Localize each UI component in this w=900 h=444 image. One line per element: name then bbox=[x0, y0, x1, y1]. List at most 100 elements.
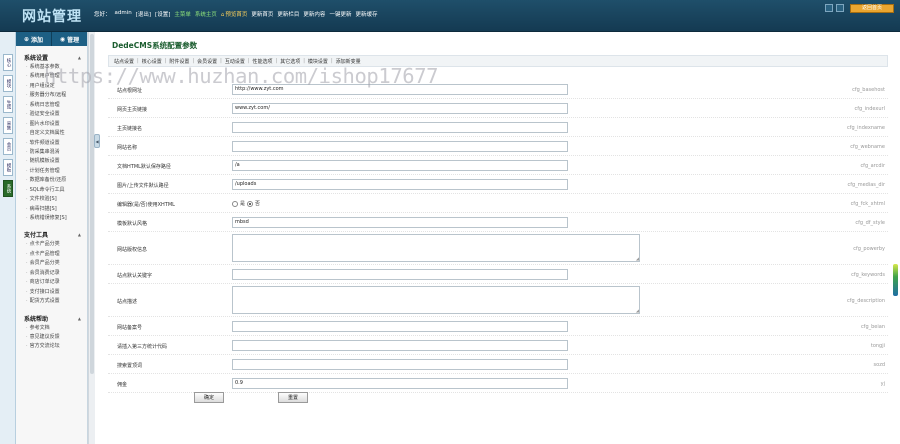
sidebar-item[interactable]: 数据库备份/还原 bbox=[16, 176, 87, 185]
variable-name: cfg_arcdir bbox=[860, 163, 885, 169]
config-tab[interactable]: 核心设置 bbox=[142, 58, 162, 65]
config-tab[interactable]: 会员设置 bbox=[197, 58, 217, 65]
strip-tab[interactable]: 核心 bbox=[3, 54, 13, 71]
sidebar-item[interactable]: 系统日志管理 bbox=[16, 101, 87, 110]
strip-tab[interactable]: 模板 bbox=[3, 159, 13, 176]
sidebar-group-title[interactable]: 系统设置 ▲ bbox=[16, 52, 87, 63]
text-input[interactable] bbox=[232, 122, 568, 133]
scroll-thumb[interactable] bbox=[90, 34, 94, 374]
sidebar-menu: 系统设置 ▲ 系统基本参数系统用户管理用户组设定服务器分布/远程系统日志管理验证安全… bbox=[16, 52, 87, 352]
form-row: 模板默认风格 mbsd cfg_df_style bbox=[108, 213, 888, 232]
sidebar-item[interactable]: 图片水印设置 bbox=[16, 120, 87, 129]
config-tab[interactable]: 互动设置 bbox=[225, 58, 245, 65]
sidebar-item[interactable]: 自定义文档属性 bbox=[16, 129, 87, 138]
sidebar-item[interactable]: SQL命令行工具 bbox=[16, 186, 87, 195]
text-input[interactable]: 0.9 bbox=[232, 378, 568, 389]
sidebar-group-title[interactable]: 系统帮助 ▲ bbox=[16, 313, 87, 324]
variable-name: cfg_description bbox=[847, 298, 885, 304]
sidebar-item[interactable]: 配货方式设置 bbox=[16, 297, 87, 306]
strip-tab[interactable]: 采集 bbox=[3, 117, 13, 134]
sidebar-item[interactable]: 会员消费记录 bbox=[16, 269, 87, 278]
variable-name: tongji bbox=[870, 343, 885, 349]
top-link[interactable]: 预览首页 bbox=[221, 10, 247, 18]
field-label: 站点描述 bbox=[117, 299, 138, 305]
window-icon[interactable] bbox=[836, 4, 844, 12]
radio-group: 是否 bbox=[232, 200, 260, 207]
strip-tab[interactable]: 生成 bbox=[3, 96, 13, 113]
top-link[interactable]: 您好： bbox=[94, 10, 111, 18]
chevron-up-icon[interactable]: ▲ bbox=[78, 55, 81, 60]
config-tab[interactable]: 模块设置 bbox=[308, 58, 328, 65]
sidebar-item[interactable]: 系统基本参数 bbox=[16, 63, 87, 72]
radio-button[interactable] bbox=[247, 200, 254, 207]
radio-button[interactable] bbox=[232, 200, 238, 207]
sidebar-item[interactable]: 服务器分布/远程 bbox=[16, 91, 87, 100]
config-tab[interactable]: 其它选项 bbox=[280, 58, 300, 65]
text-input[interactable]: http://www.zyt.com bbox=[232, 84, 568, 95]
top-link[interactable]: 更新缓存 bbox=[355, 10, 377, 18]
top-link[interactable]: 主菜单 bbox=[174, 10, 191, 18]
sidebar-item[interactable]: 会员产品分类 bbox=[16, 259, 87, 268]
plus-icon: ⊕ bbox=[23, 35, 29, 43]
sidebar-item[interactable]: 文件校验[S] bbox=[16, 195, 87, 204]
sidebar-item[interactable]: 商店订单记录 bbox=[16, 278, 87, 287]
top-link[interactable]: 一键更新 bbox=[329, 10, 351, 18]
top-link[interactable]: [设置] bbox=[155, 10, 170, 18]
radio-label: 是 bbox=[240, 201, 246, 207]
sidebar-group-title[interactable]: 支付工具 ▲ bbox=[16, 229, 87, 240]
top-link[interactable]: admin bbox=[115, 10, 132, 18]
text-input[interactable] bbox=[232, 321, 568, 332]
config-tab[interactable]: 站点设置 bbox=[114, 58, 134, 65]
text-input[interactable] bbox=[232, 340, 568, 351]
sidebar-item[interactable]: 点卡产品分类 bbox=[16, 240, 87, 249]
chevron-up-icon[interactable]: ▲ bbox=[78, 316, 81, 321]
top-link[interactable]: [退出] bbox=[136, 10, 151, 18]
manage-tab[interactable]: ◉ 管理 bbox=[52, 32, 87, 46]
text-input[interactable] bbox=[232, 269, 568, 280]
sidebar-scrollbar[interactable] bbox=[88, 32, 95, 444]
top-link[interactable]: 系统主页 bbox=[195, 10, 217, 18]
sidebar-item[interactable]: 支付接口设置 bbox=[16, 288, 87, 297]
config-tab[interactable]: 性能选项 bbox=[253, 58, 273, 65]
top-link[interactable]: 更新内容 bbox=[303, 10, 325, 18]
sidebar-item[interactable]: 验证安全设置 bbox=[16, 110, 87, 119]
sidebar-item[interactable]: 病毒扫描[S] bbox=[16, 205, 87, 214]
top-link[interactable]: 更新首页 bbox=[251, 10, 273, 18]
sidebar-item[interactable]: 官方交流论坛 bbox=[16, 342, 87, 351]
text-input[interactable] bbox=[232, 141, 568, 152]
submit-button[interactable]: 确定 bbox=[194, 392, 224, 403]
sidebar-item[interactable]: 随机模板设置 bbox=[16, 157, 87, 166]
add-tab[interactable]: ⊕ 添加 bbox=[16, 32, 52, 46]
strip-tab[interactable]: 模块 bbox=[3, 75, 13, 92]
sidebar-item[interactable]: 系统用户管理 bbox=[16, 72, 87, 81]
text-input[interactable] bbox=[232, 359, 568, 370]
text-input[interactable]: /a bbox=[232, 160, 568, 171]
text-input[interactable]: www.zyt.com/ bbox=[232, 103, 568, 114]
textarea-input[interactable] bbox=[232, 286, 640, 314]
config-tab[interactable]: 添加新变量 bbox=[336, 58, 361, 65]
sidebar-item[interactable]: 计划任务管理 bbox=[16, 167, 87, 176]
sidebar-item[interactable]: 意见建议反馈 bbox=[16, 333, 87, 342]
reset-button[interactable]: 重置 bbox=[278, 392, 308, 403]
form-row: 网页主页链接 www.zyt.com/cfg_indexurl bbox=[108, 99, 888, 118]
top-link[interactable]: 更新栏目 bbox=[277, 10, 299, 18]
sidebar-item[interactable]: 点卡产品管理 bbox=[16, 250, 87, 259]
textarea-input[interactable] bbox=[232, 234, 640, 262]
strip-tab[interactable]: 会员 bbox=[3, 138, 13, 155]
collapse-sidebar-toggle[interactable]: ◀ bbox=[94, 134, 100, 148]
sidebar-item[interactable]: 软件频道设置 bbox=[16, 139, 87, 148]
sidebar-item[interactable]: 防采集串混淆 bbox=[16, 148, 87, 157]
field-label: 搜索置顶词 bbox=[117, 363, 143, 369]
field-label: 主页链接名 bbox=[117, 126, 143, 132]
config-tab[interactable]: 附件设置 bbox=[169, 58, 189, 65]
chevron-up-icon[interactable]: ▲ bbox=[78, 232, 81, 237]
sidebar-item[interactable]: 系统错误修复[S] bbox=[16, 214, 87, 223]
window-icon[interactable] bbox=[825, 4, 833, 12]
strip-tab[interactable]: 系统 bbox=[3, 180, 13, 197]
text-input[interactable]: mbsd bbox=[232, 217, 568, 228]
text-input[interactable]: /uploads bbox=[232, 179, 568, 190]
sidebar-item[interactable]: 参考文档 bbox=[16, 324, 87, 333]
field-label: 站点默认关键字 bbox=[117, 273, 153, 279]
sidebar-item[interactable]: 用户组设定 bbox=[16, 82, 87, 91]
return-home-button[interactable]: 返回首页 bbox=[850, 4, 894, 13]
